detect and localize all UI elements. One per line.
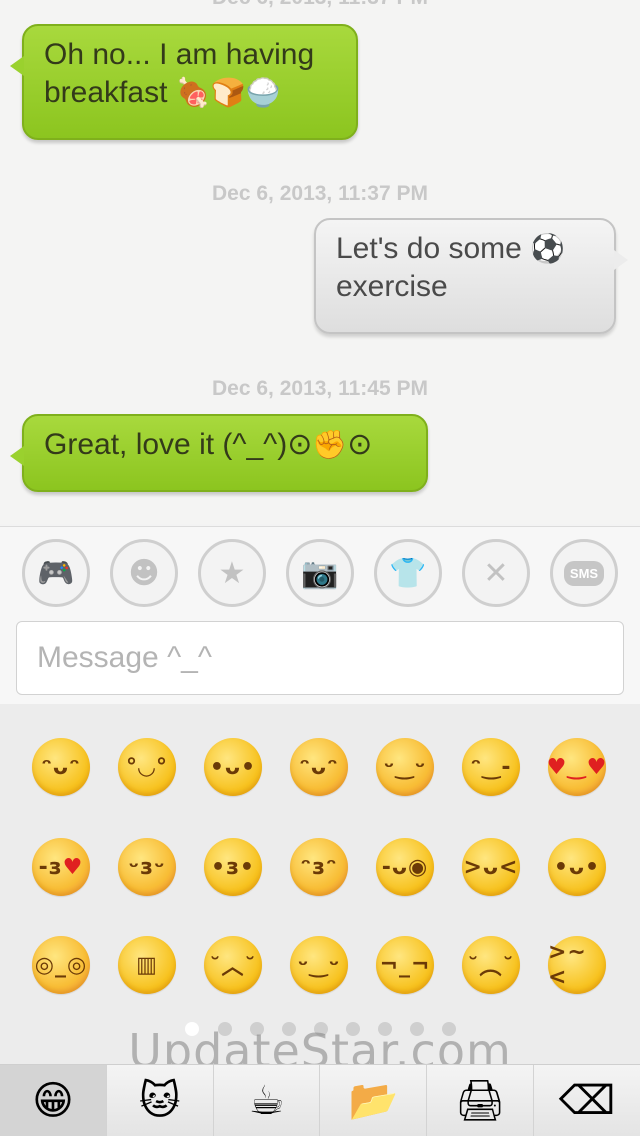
- flushed-emoji-icon[interactable]: ◎_◎: [32, 936, 90, 994]
- timestamp: Dec 6, 2013, 11:37 PM: [0, 0, 640, 10]
- folder-icon[interactable]: 📂: [320, 1065, 428, 1136]
- message-text: Let's do some: [336, 232, 522, 265]
- input-toolbar: 🎮 ☻ ★ 📷 👕 ✕ SMS Message ^_^: [0, 526, 640, 704]
- face-icon[interactable]: ☻: [110, 539, 178, 607]
- winking-tongue-emoji-icon[interactable]: -ᴗ◉: [376, 838, 434, 896]
- fist-emoji-icon: ✊: [312, 428, 348, 461]
- kiss-heart-emoji-icon[interactable]: -з ♥: [32, 838, 90, 896]
- tongue-emoji-icon[interactable]: •ᴗ•: [548, 838, 606, 896]
- blush-emoji-icon[interactable]: ᵔᴗᵔ: [290, 738, 348, 796]
- timestamp: Dec 6, 2013, 11:37 PM: [212, 182, 428, 205]
- soccer-ball-icon: ⚽: [530, 232, 566, 265]
- grinning-emoji-icon[interactable]: ᵔᴗᵔ: [32, 738, 90, 796]
- camera-icon[interactable]: 📷: [286, 539, 354, 607]
- printer-icon[interactable]: 🖨: [427, 1065, 535, 1136]
- star-icon[interactable]: ★: [198, 539, 266, 607]
- chat-area: Dec 6, 2013, 11:37 PM Oh no... I am havi…: [0, 0, 640, 524]
- message-bubble-incoming[interactable]: Oh no... I am having breakfast 🍖🍞🍚: [10, 24, 358, 140]
- backspace-icon[interactable]: ⌫: [534, 1065, 640, 1136]
- message-text: Great, love it (^_^)⊙: [44, 428, 313, 461]
- gamepad-icon[interactable]: 🎮: [22, 539, 90, 607]
- sms-icon[interactable]: SMS: [550, 539, 618, 607]
- message-bubble-incoming[interactable]: Great, love it (^_^)⊙✊⊙: [10, 414, 428, 492]
- kissing-smiling-eyes-emoji-icon[interactable]: ᵔзᵔ: [290, 838, 348, 896]
- confounded-emoji-icon[interactable]: >~<: [548, 936, 606, 994]
- message-text: Oh no... I am having: [44, 38, 315, 71]
- coffee-cup-icon[interactable]: ☕: [214, 1065, 321, 1136]
- grin-emoji-icon[interactable]: 😁: [0, 1065, 107, 1136]
- grin-emoji-icon[interactable]: •ᴗ•: [204, 738, 262, 796]
- smiley-emoji-icon[interactable]: °◡°: [118, 738, 176, 796]
- emoji-keyboard: ᵔᴗᵔ °◡° •ᴗ• ᵔᴗᵔ ᵕ‿ᵕ ᵔ‿- ♥‿♥ -з ♥ ᵕзᵕ •з• …: [0, 704, 640, 1064]
- hello-kitty-icon[interactable]: 🐱: [107, 1065, 214, 1136]
- shirt-icon[interactable]: 👕: [374, 539, 442, 607]
- squinting-tongue-emoji-icon[interactable]: >ᴗ<: [462, 838, 520, 896]
- close-icon[interactable]: ✕: [462, 539, 530, 607]
- emoji-category-tabbar: 😁 🐱 ☕ 📂 🖨 ⌫: [0, 1064, 640, 1136]
- message-text-line1: Let's do some ⚽: [336, 230, 594, 268]
- message-bubble-outgoing[interactable]: Let's do some ⚽ exercise: [314, 218, 628, 334]
- sms-label: SMS: [563, 560, 605, 586]
- unamused-emoji-icon[interactable]: ¬_¬: [376, 936, 434, 994]
- kissing-closed-eyes-emoji-icon[interactable]: ᵕзᵕ: [118, 838, 176, 896]
- message-text-line2: breakfast 🍖🍞🍚: [44, 74, 336, 112]
- message-text: breakfast: [44, 76, 168, 109]
- message-input[interactable]: Message ^_^: [16, 621, 624, 695]
- wink-emoji-icon[interactable]: ᵔ‿-: [462, 738, 520, 796]
- message-text: ⊙: [347, 428, 373, 461]
- heart-eyes-emoji-icon[interactable]: ♥‿♥: [547, 738, 606, 796]
- timestamp: Dec 6, 2013, 11:45 PM: [212, 377, 428, 400]
- message-text: exercise: [336, 270, 448, 303]
- kissing-emoji-icon[interactable]: •з•: [204, 838, 262, 896]
- message-text-line1: Great, love it (^_^)⊙✊⊙: [44, 426, 406, 464]
- pensive-emoji-icon[interactable]: ˘︿˘: [204, 936, 262, 994]
- grimacing-emoji-icon[interactable]: ▥: [118, 936, 176, 994]
- disappointed-emoji-icon[interactable]: ˘︵˘: [462, 936, 520, 994]
- food-emoji-icons: 🍖🍞🍚: [175, 76, 281, 109]
- relaxed-emoji-icon[interactable]: ᵕ‿ᵕ: [376, 738, 434, 796]
- relieved-emoji-icon[interactable]: ᵕ‿ᵕ: [290, 936, 348, 994]
